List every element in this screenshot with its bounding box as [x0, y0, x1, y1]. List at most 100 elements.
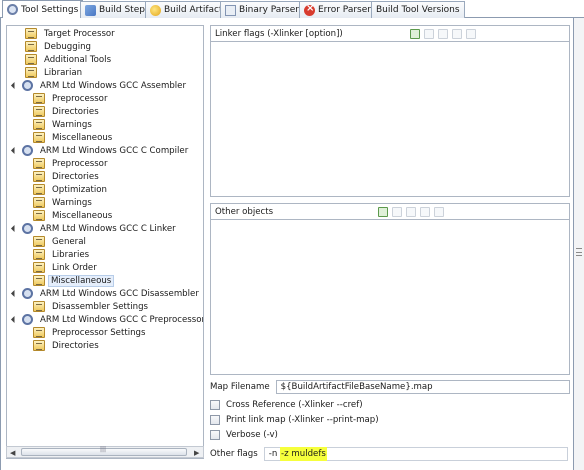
- move-up-icon[interactable]: [420, 207, 430, 217]
- tree-option-node[interactable]: Directories: [33, 170, 103, 183]
- scroll-right-icon[interactable]: ▶: [194, 449, 199, 457]
- tab-tool-settings[interactable]: Tool Settings: [2, 0, 84, 18]
- tree-tool-node[interactable]: ARM Ltd Windows GCC C Linker: [11, 222, 180, 235]
- option-category-icon: [33, 171, 45, 182]
- checkbox-label: Cross Reference (-Xlinker --cref): [226, 400, 363, 410]
- linker-flags-toolbar: [410, 29, 476, 39]
- tree-node-label: Optimization: [52, 184, 107, 195]
- option-category-icon: [33, 93, 45, 104]
- tree-node-label: Target Processor: [44, 28, 115, 39]
- tree-option-node[interactable]: Link Order: [33, 261, 101, 274]
- edit-icon[interactable]: [406, 207, 416, 217]
- verbose-checkbox[interactable]: Verbose (-v): [210, 430, 278, 440]
- tree-option-node[interactable]: Warnings: [33, 196, 96, 209]
- resize-grip-icon[interactable]: [576, 248, 582, 256]
- checkbox-box[interactable]: [210, 430, 220, 440]
- tab-error-parsers[interactable]: Error Parsers: [299, 1, 381, 18]
- map-filename-input[interactable]: ${BuildArtifactFileBaseName}.map: [275, 380, 570, 394]
- tree-node-label: ARM Ltd Windows GCC C Linker: [40, 223, 176, 234]
- tree-option-node[interactable]: Miscellaneous: [33, 274, 115, 287]
- tree-option-node[interactable]: Miscellaneous: [33, 131, 116, 144]
- tree-option-node[interactable]: Target Processor: [25, 27, 119, 40]
- tree-option-node[interactable]: Optimization: [33, 183, 111, 196]
- tool-gear-icon: [22, 288, 33, 299]
- tree-option-node[interactable]: Librarian: [25, 66, 86, 79]
- add-icon[interactable]: [410, 29, 420, 39]
- tree-node-label: Disassembler Settings: [52, 301, 149, 312]
- tree-option-node[interactable]: Preprocessor: [33, 157, 111, 170]
- option-category-icon: [33, 210, 45, 221]
- tree-node-label: General: [52, 236, 86, 247]
- option-category-icon: [33, 262, 45, 273]
- tool-gear-icon: [22, 223, 33, 234]
- error-icon: [304, 3, 315, 16]
- cross-reference-checkbox[interactable]: Cross Reference (-Xlinker --cref): [210, 400, 363, 410]
- tab-build-steps[interactable]: Build Steps: [80, 1, 155, 18]
- tab-label: Tool Settings: [21, 4, 79, 15]
- tree-option-node[interactable]: Preprocessor: [33, 92, 111, 105]
- tree-option-node[interactable]: Warnings: [33, 118, 96, 131]
- tree-node-label: Preprocessor: [52, 158, 108, 169]
- option-category-icon: [33, 132, 45, 143]
- tab-build-tool-versions[interactable]: Build Tool Versions: [371, 1, 465, 18]
- tree-node-label: Miscellaneous: [48, 274, 115, 287]
- tree-option-node[interactable]: Debugging: [25, 40, 95, 53]
- tree-node-label: ARM Ltd Windows GCC C Preprocessor: [40, 314, 204, 325]
- tree-tool-node[interactable]: ARM Ltd Windows GCC C Preprocessor: [11, 313, 204, 326]
- expand-arrow-icon[interactable]: [11, 316, 19, 324]
- tree-node-label: Debugging: [44, 41, 92, 52]
- tree-option-node[interactable]: Directories: [33, 339, 103, 352]
- expand-arrow-icon[interactable]: [11, 290, 19, 298]
- checkbox-box[interactable]: [210, 415, 220, 425]
- delete-icon[interactable]: [424, 29, 434, 39]
- tab-binary-parsers[interactable]: Binary Parsers: [220, 1, 309, 18]
- tree-node-label: Link Order: [52, 262, 97, 273]
- option-category-icon: [33, 275, 45, 286]
- side-gutter: [574, 18, 584, 470]
- option-category-icon: [33, 327, 45, 338]
- expand-arrow-icon[interactable]: [11, 147, 19, 155]
- tree-tool-node[interactable]: ARM Ltd Windows GCC Disassembler: [11, 287, 203, 300]
- tree-tool-node[interactable]: ARM Ltd Windows GCC Assembler: [11, 79, 190, 92]
- tree-node-label: Directories: [52, 106, 99, 117]
- option-category-icon: [33, 340, 45, 351]
- tree-option-node[interactable]: General: [33, 235, 90, 248]
- tree-option-node[interactable]: Libraries: [33, 248, 93, 261]
- option-category-icon: [25, 41, 37, 52]
- print-link-map-checkbox[interactable]: Print link map (-Xlinker --print-map): [210, 415, 379, 425]
- scroll-left-icon[interactable]: ◀: [10, 449, 15, 457]
- checkbox-box[interactable]: [210, 400, 220, 410]
- map-filename-row: Map Filename ${BuildArtifactFileBaseName…: [210, 380, 570, 394]
- tree-option-node[interactable]: Additional Tools: [25, 53, 115, 66]
- scrollbar-thumb[interactable]: [21, 446, 187, 456]
- tab-label: Error Parsers: [318, 5, 376, 15]
- edit-icon[interactable]: [438, 29, 448, 39]
- tree-horizontal-scrollbar[interactable]: ◀ ▶: [6, 446, 204, 458]
- tree-node-label: Preprocessor: [52, 93, 108, 104]
- tab-build-artifact[interactable]: Build Artifact: [145, 1, 228, 18]
- move-down-icon[interactable]: [434, 207, 444, 217]
- other-flags-highlighted: -z muldefs: [280, 447, 327, 461]
- map-filename-label: Map Filename: [210, 382, 270, 392]
- tree-node-label: Additional Tools: [44, 54, 112, 65]
- tree-option-node[interactable]: Miscellaneous: [33, 209, 116, 222]
- move-down-icon[interactable]: [466, 29, 476, 39]
- expand-arrow-icon[interactable]: [11, 225, 19, 233]
- other-flags-input[interactable]: -n -z muldefs: [263, 447, 568, 461]
- move-up-icon[interactable]: [452, 29, 462, 39]
- tree-option-node[interactable]: Preprocessor Settings: [33, 326, 149, 339]
- tree-option-node[interactable]: Directories: [33, 105, 103, 118]
- other-objects-toolbar: [378, 207, 444, 217]
- other-objects-title: Other objects: [215, 206, 274, 217]
- tree-option-node[interactable]: Disassembler Settings: [33, 300, 152, 313]
- tree-tool-node[interactable]: ARM Ltd Windows GCC C Compiler: [11, 144, 192, 157]
- tab-bar: Tool Settings Build Steps Build Artifact…: [0, 0, 584, 18]
- tab-label: Build Tool Versions: [376, 5, 460, 15]
- tool-gear-icon: [22, 145, 33, 156]
- expand-arrow-icon[interactable]: [11, 82, 19, 90]
- tab-label: Build Artifact: [164, 5, 223, 15]
- delete-icon[interactable]: [392, 207, 402, 217]
- tree-node-label: ARM Ltd Windows GCC Disassembler: [40, 288, 199, 299]
- add-icon[interactable]: [378, 207, 388, 217]
- option-category-icon: [33, 197, 45, 208]
